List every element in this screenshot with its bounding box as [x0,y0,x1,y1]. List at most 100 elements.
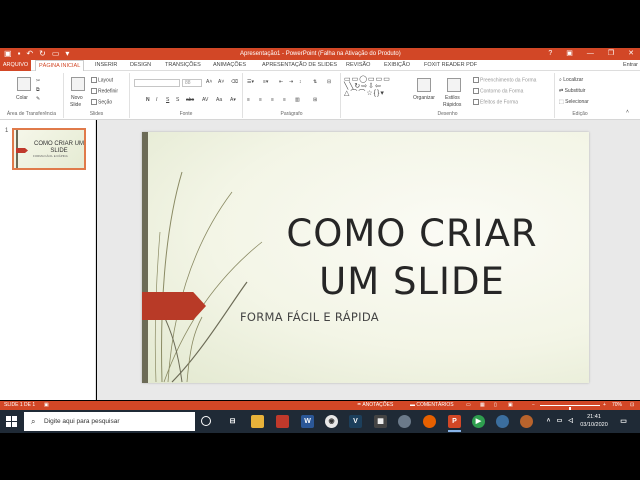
taskbar-clock[interactable]: 21:41 03/10/2020 [577,413,611,429]
windows-start-icon[interactable] [6,416,17,427]
arrange-button[interactable]: Organizar [413,95,435,102]
zoom-out-icon[interactable]: − [532,401,535,410]
reset-button[interactable]: Redefinir [91,88,118,95]
align-right-icon[interactable]: ≡ [271,97,274,104]
shape-effects-button[interactable]: Efeitos de Forma [473,99,518,106]
slide-sorter-icon[interactable]: ▦ [480,401,485,410]
columns-icon[interactable]: ▥ [295,97,300,104]
cortana-icon[interactable] [201,416,211,426]
tab-insert[interactable]: INSERIR [95,61,117,70]
task-view-icon[interactable]: ⊟ [226,415,239,428]
bold-button[interactable]: N [146,97,150,104]
text-direction-icon[interactable]: ⇅ [313,79,317,86]
align-text-icon[interactable]: ⊟ [327,79,331,86]
new-slide-icon[interactable] [71,77,85,91]
align-left-icon[interactable]: ≡ [247,97,250,104]
start-slideshow-icon[interactable]: ▭ [52,49,60,59]
chrome-icon[interactable]: ◉ [325,415,338,428]
tab-animations[interactable]: ANIMAÇÕES [213,61,246,70]
layout-button[interactable]: Layout [91,77,113,84]
close-icon[interactable]: ✕ [628,49,634,59]
zoom-slider[interactable] [540,405,600,412]
comments-button[interactable]: ▬ COMENTÁRIOS [410,401,454,410]
paste-icon[interactable] [17,77,31,91]
shapes-gallery[interactable]: ▭▭◯▭▭▭ ╲╲↻⇨⇩⇦ △⌒⌒☆{}▾ [344,76,391,97]
customize-qat-icon[interactable]: ▾ [65,49,69,59]
increase-indent-icon[interactable]: ⇥ [289,79,293,86]
minimize-icon[interactable]: — [587,49,594,59]
slide-subtitle[interactable]: FORMA FÁCIL E RÁPIDA [240,310,379,324]
quick-styles-icon[interactable] [447,78,461,92]
new-slide-label-1[interactable]: Novo [71,95,83,102]
shape-fill-button[interactable]: Preenchimento da Forma [473,77,536,84]
tab-review[interactable]: REVISÃO [346,61,370,70]
shape-outline-button[interactable]: Contorno da Forma [473,88,523,95]
globe-app-icon[interactable] [496,415,509,428]
tab-view[interactable]: EXIBIÇÃO [384,61,410,70]
format-painter-icon[interactable]: ✎ [36,96,40,103]
vegas-icon[interactable]: V [349,415,362,428]
media-player-icon[interactable]: ▶ [472,415,485,428]
tab-design[interactable]: DESIGN [130,61,151,70]
collapse-ribbon-icon[interactable]: ˄ [626,109,629,116]
cut-icon[interactable]: ✂ [36,78,40,85]
normal-view-icon[interactable]: ▭ [466,401,471,410]
clear-format-icon[interactable]: ⌫ [231,79,238,86]
fit-slide-icon[interactable]: ⊡ [630,401,634,410]
tab-foxit[interactable]: FOXIT READER PDF [424,61,477,70]
line-spacing-icon[interactable]: ↕ [299,79,302,86]
notes-button[interactable]: ≐ ANOTAÇÕES [357,401,393,410]
slide-thumbnail[interactable]: COMO CRIAR UM SLIDE FORMA FÁCIL E RÁPIDA [12,128,86,170]
find-button[interactable]: ⌕ Localizar [559,77,583,84]
smartart-icon[interactable]: ⊞ [313,97,317,104]
redo-icon[interactable]: ↻ [39,49,46,59]
spellcheck-icon[interactable]: ▣ [44,401,49,410]
file-explorer-icon[interactable] [251,415,264,428]
new-slide-label-2[interactable]: Slide [70,102,81,109]
arrange-icon[interactable] [417,78,431,92]
ribbon-display-icon[interactable]: ▣ [566,49,573,59]
numbering-icon[interactable]: ≡▾ [263,79,268,86]
help-icon[interactable]: ? [548,49,552,59]
section-button[interactable]: Seção [91,99,112,106]
align-center-icon[interactable]: ≡ [259,97,262,104]
italic-button[interactable]: I [156,97,157,104]
network-icon[interactable]: ▭ [555,415,564,428]
tab-transitions[interactable]: TRANSIÇÕES [165,61,201,70]
sign-in-link[interactable]: Entrar [623,61,638,70]
badge-app-icon[interactable] [520,415,533,428]
tray-overflow-icon[interactable]: ˄ [544,415,553,428]
grow-font-icon[interactable]: A˄ [206,79,212,86]
vpn-icon[interactable] [398,415,411,428]
tab-file[interactable]: ARQUIVO [0,60,31,71]
quick-styles-label-1[interactable]: Estilos [445,95,460,102]
taskbar-search-box[interactable]: ⌕ Digite aqui para pesquisar [24,412,195,431]
app-red-icon[interactable] [276,415,289,428]
powerpoint-taskbar-icon[interactable]: P [448,415,461,432]
decrease-indent-icon[interactable]: ⇤ [279,79,283,86]
change-case-button[interactable]: Aa [216,97,222,104]
quick-styles-label-2[interactable]: Rápidos [443,102,461,109]
slideshow-view-icon[interactable]: ▣ [508,401,513,410]
notifications-icon[interactable]: ▭ [618,415,629,428]
bullets-icon[interactable]: ☰▾ [247,79,254,86]
volume-icon[interactable]: ◁ [566,415,575,428]
font-size-input[interactable]: 88 [182,79,202,87]
calculator-icon[interactable]: ▦ [374,415,387,428]
reading-view-icon[interactable]: ▯ [494,401,497,410]
save-icon[interactable]: ▪ [18,49,21,59]
shrink-font-icon[interactable]: A˅ [218,79,224,86]
slide-title[interactable]: COMO CRIAR UM SLIDE [252,210,572,306]
undo-icon[interactable]: ↶ [26,49,33,59]
font-name-input[interactable] [134,79,180,87]
firefox-icon[interactable] [423,415,436,428]
powerpoint-app-icon[interactable]: ▣ [4,49,12,59]
restore-icon[interactable]: ❐ [608,49,614,59]
copy-icon[interactable]: ⧉ [36,87,40,94]
char-spacing-button[interactable]: AV [202,97,208,104]
justify-icon[interactable]: ≡ [283,97,286,104]
font-color-icon[interactable]: A▾ [230,97,236,104]
current-slide[interactable]: COMO CRIAR UM SLIDE FORMA FÁCIL E RÁPIDA [142,132,589,383]
strikethrough-button[interactable]: abc [186,97,194,104]
tab-slideshow[interactable]: APRESENTAÇÃO DE SLIDES [262,61,337,70]
